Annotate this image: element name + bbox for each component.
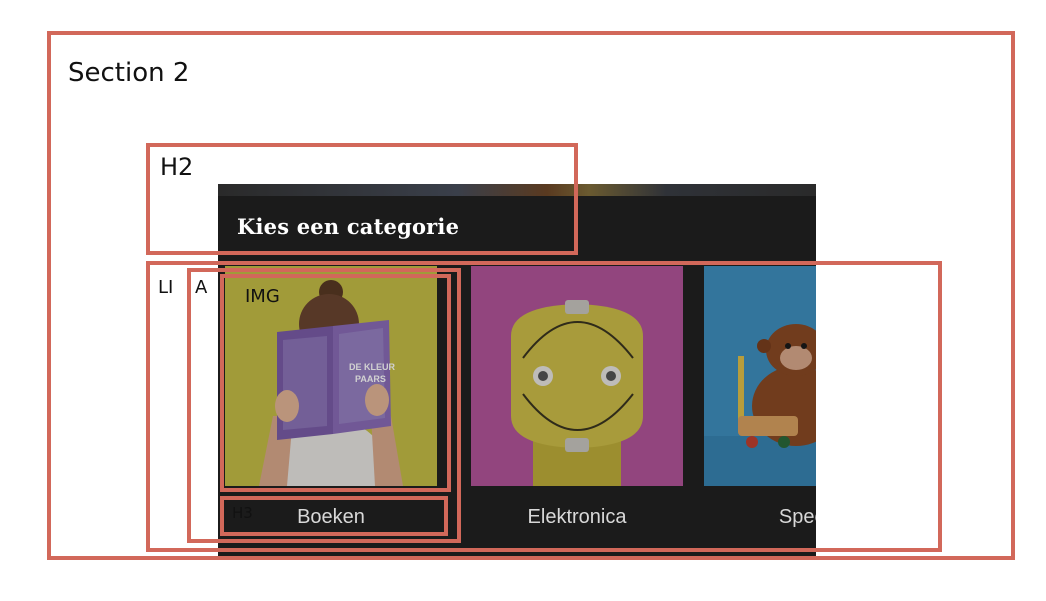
section-annotation-label: Section 2 <box>68 58 190 88</box>
h2-annotation-label: H2 <box>160 153 194 181</box>
li-annotation-label: LI <box>158 277 174 298</box>
h2-annotation-box <box>146 143 578 255</box>
img-annotation-label: IMG <box>245 286 280 307</box>
h3-annotation-box <box>220 496 448 536</box>
a-annotation-label: A <box>195 277 208 298</box>
h3-annotation-label: H3 <box>232 504 253 522</box>
